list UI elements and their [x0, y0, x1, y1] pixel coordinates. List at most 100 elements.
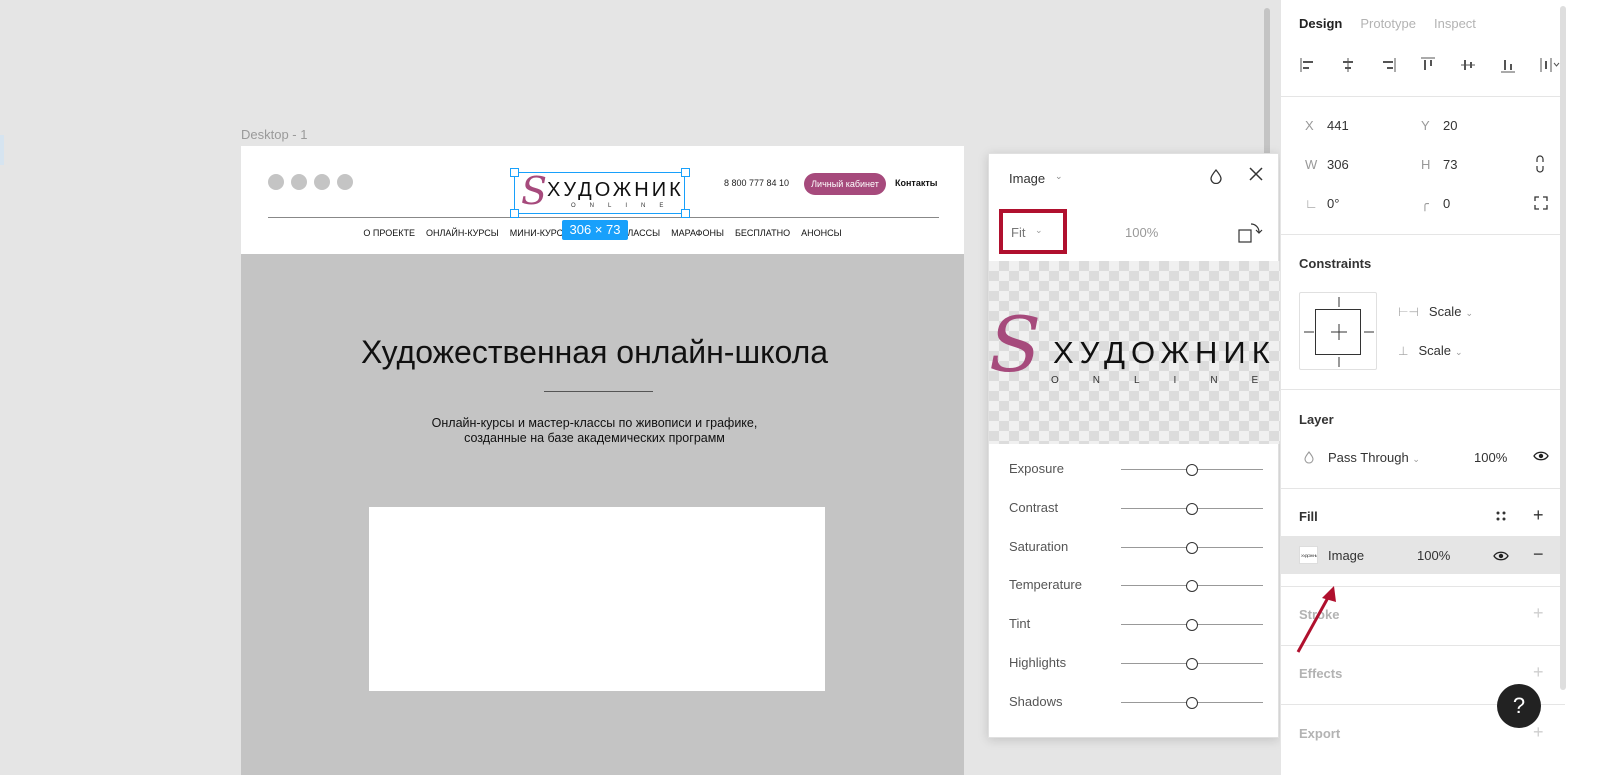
- slider-knob[interactable]: [1186, 541, 1198, 554]
- chevron-down-icon: ⌄: [1454, 347, 1463, 357]
- image-preview: S ХУДОЖНИК ONLINE: [989, 261, 1280, 444]
- site-nav-item[interactable]: МАРАФОНЫ: [671, 228, 724, 238]
- tab-inspect[interactable]: Inspect: [1434, 16, 1476, 31]
- preview-logo-mark: S: [989, 300, 1042, 389]
- droplet-icon[interactable]: [1209, 168, 1223, 188]
- eye-icon[interactable]: [1533, 450, 1549, 465]
- fill-opacity-field[interactable]: 100%: [1417, 548, 1450, 563]
- tab-design[interactable]: Design: [1299, 16, 1342, 31]
- slider-label: Saturation: [1009, 538, 1069, 554]
- popover-title[interactable]: Image: [1009, 171, 1045, 186]
- slider-knob[interactable]: [1186, 502, 1198, 515]
- slider-label: Contrast: [1009, 499, 1059, 515]
- chevron-down-icon: ⌄: [1412, 454, 1420, 464]
- constraints-inner-box: [1315, 309, 1361, 355]
- slider-knob[interactable]: [1186, 464, 1198, 476]
- tab-prototype[interactable]: Prototype: [1360, 16, 1416, 31]
- align-right-icon[interactable]: [1379, 56, 1397, 74]
- slider-knob[interactable]: [1186, 657, 1198, 670]
- social-dot: [314, 174, 330, 190]
- image-percent: 100%: [1125, 225, 1159, 240]
- slider-label: Highlights: [1009, 654, 1067, 670]
- slider-label: Temperature: [1009, 577, 1082, 593]
- horizontal-constraint-select[interactable]: ⊢⊣ Scale ⌄: [1398, 304, 1473, 319]
- chevron-down-icon[interactable]: ⌄: [1055, 171, 1063, 182]
- slider-shadows: Shadows: [989, 685, 1278, 724]
- rotation-field[interactable]: ∟ 0°: [1305, 196, 1339, 211]
- resize-handle-top-left[interactable]: [510, 168, 519, 177]
- constraints-title: Constraints: [1299, 256, 1372, 271]
- styles-grid-icon[interactable]: [1495, 510, 1507, 525]
- hero-subtitle-line: созданные на базе академических программ: [464, 431, 725, 445]
- x-field[interactable]: X 441: [1305, 118, 1349, 133]
- popover-header: Image ⌄: [989, 154, 1278, 204]
- rotation-icon: ∟: [1305, 196, 1318, 211]
- align-vertical-center-icon[interactable]: [1459, 56, 1477, 74]
- desktop-frame[interactable]: S ХУДОЖНИК ONLINE 8 800 777 84 10 Личный…: [241, 146, 964, 775]
- resize-handle-top-right[interactable]: [681, 168, 690, 177]
- y-field[interactable]: Y 20: [1421, 118, 1457, 133]
- slider-highlights: Highlights: [989, 646, 1278, 685]
- fill-title: Fill: [1299, 509, 1318, 524]
- constraints-widget[interactable]: [1299, 292, 1377, 370]
- divider: [1281, 488, 1565, 489]
- divider: [1281, 234, 1565, 235]
- canvas-edge-marker: [0, 135, 4, 165]
- align-top-icon[interactable]: [1419, 56, 1437, 74]
- close-icon[interactable]: [1247, 165, 1265, 189]
- chevron-down-icon: ⌄: [1465, 308, 1473, 318]
- hero-divider: [544, 391, 653, 392]
- social-dot: [291, 174, 307, 190]
- width-field[interactable]: W 306: [1305, 157, 1349, 172]
- panel-scrollbar[interactable]: [1560, 6, 1566, 690]
- blend-mode-select[interactable]: Pass Through ⌄: [1328, 450, 1420, 465]
- align-bottom-icon[interactable]: [1499, 56, 1517, 74]
- align-left-icon[interactable]: [1299, 56, 1317, 74]
- site-nav-item[interactable]: ОНЛАЙН-КУРСЫ: [426, 228, 499, 238]
- social-dots: [268, 174, 353, 190]
- corner-radius-icon: ╭: [1421, 196, 1429, 211]
- add-fill-icon[interactable]: +: [1533, 505, 1544, 526]
- effects-title: Effects: [1299, 666, 1343, 681]
- cabinet-button[interactable]: Личный кабинет: [804, 173, 886, 195]
- height-field[interactable]: H 73: [1421, 157, 1457, 172]
- add-effect-icon[interactable]: +: [1533, 662, 1544, 683]
- rotate-icon[interactable]: [1237, 220, 1263, 246]
- frame-label[interactable]: Desktop - 1: [241, 127, 307, 142]
- selection-rectangle[interactable]: [514, 172, 685, 214]
- slider-knob[interactable]: [1186, 619, 1198, 632]
- contacts-link[interactable]: Контакты: [895, 178, 937, 188]
- eye-icon[interactable]: [1493, 549, 1509, 567]
- add-stroke-icon[interactable]: +: [1533, 603, 1544, 624]
- vertical-constraint-icon: ⊥: [1398, 344, 1409, 358]
- fill-image-thumbnail[interactable]: ХУДОЖНИК: [1299, 546, 1318, 564]
- add-export-icon[interactable]: +: [1533, 722, 1544, 743]
- help-button[interactable]: ?: [1497, 684, 1541, 728]
- fit-dropdown[interactable]: Fit ⌄: [999, 209, 1067, 254]
- alignment-toolbar: [1299, 56, 1561, 74]
- independent-corners-icon[interactable]: [1534, 196, 1548, 213]
- slider-knob[interactable]: [1186, 580, 1198, 593]
- constrain-proportions-icon[interactable]: [1534, 155, 1546, 176]
- align-horizontal-center-icon[interactable]: [1339, 56, 1357, 74]
- slider-tint: Tint: [989, 607, 1278, 646]
- content-block[interactable]: [369, 507, 825, 691]
- preview-logo-word: ХУДОЖНИК: [1053, 335, 1276, 370]
- fill-row[interactable]: ХУДОЖНИК Image 100% −: [1281, 536, 1565, 574]
- site-nav-item[interactable]: О ПРОЕКТЕ: [363, 228, 415, 238]
- slider-knob[interactable]: [1186, 696, 1198, 709]
- social-dot: [337, 174, 353, 190]
- resize-handle-bottom-right[interactable]: [681, 209, 690, 218]
- panel-tabs: Design Prototype Inspect: [1299, 16, 1476, 31]
- resize-handle-bottom-left[interactable]: [510, 209, 519, 218]
- annotation-arrow-icon: [1296, 586, 1336, 653]
- vertical-constraint-select[interactable]: ⊥ Scale ⌄: [1398, 343, 1463, 358]
- corner-radius-field[interactable]: ╭ 0: [1421, 196, 1450, 212]
- site-nav-item[interactable]: БЕСПЛАТНО: [735, 228, 790, 238]
- fill-type-label[interactable]: Image: [1328, 548, 1364, 563]
- distribute-icon[interactable]: [1539, 56, 1561, 74]
- site-nav-item[interactable]: АНОНСЫ: [801, 228, 841, 238]
- remove-fill-icon[interactable]: −: [1533, 544, 1544, 565]
- layer-opacity-field[interactable]: 100%: [1474, 450, 1507, 465]
- horizontal-constraint-icon: ⊢⊣: [1398, 305, 1419, 319]
